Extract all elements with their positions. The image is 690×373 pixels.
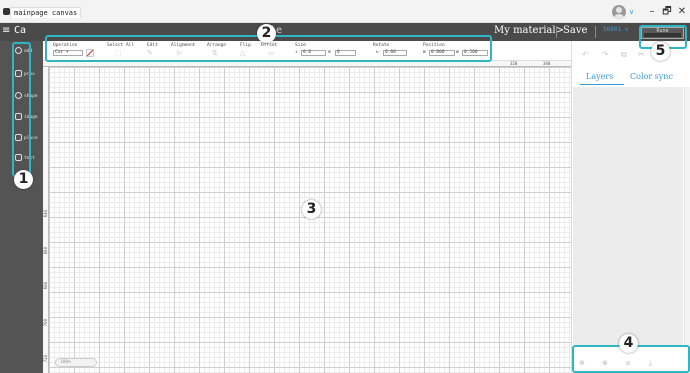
- zoom-label: 100%: [60, 360, 71, 365]
- copy-icon[interactable]: ⧉: [621, 50, 627, 60]
- header-divider: [595, 26, 596, 38]
- user-avatar-icon[interactable]: [612, 5, 626, 19]
- layers-scrollbar[interactable]: [684, 87, 690, 345]
- app-window: mainpage canvas ∨ – 🗗 ✕ ≡ Ca le My mater…: [0, 0, 690, 373]
- my-material-link[interactable]: My material>: [494, 25, 564, 36]
- layers-list[interactable]: [573, 87, 683, 345]
- right-panel: ↶ ↷ ⧉ ✂ Layers Color sync ⊕ ⊗ ⌀ ⤓: [571, 41, 690, 373]
- maximize-icon[interactable]: 🗗: [660, 5, 674, 19]
- tab-layers[interactable]: Layers: [586, 72, 613, 81]
- device-name: S6801: [603, 26, 622, 33]
- ruler-tick-label: 340: [543, 61, 551, 66]
- annotation-badge: 1: [14, 170, 33, 189]
- zoom-control[interactable]: 100%: [55, 358, 97, 367]
- redo-icon[interactable]: ↷: [602, 50, 609, 59]
- active-tab-indicator: [580, 84, 624, 85]
- minimize-icon[interactable]: –: [645, 5, 659, 19]
- annotation-badge: 4: [619, 334, 638, 353]
- save-button[interactable]: Save: [563, 25, 587, 36]
- title-bar: mainpage canvas ∨ – 🗗 ✕: [0, 0, 690, 23]
- annotation-badge: 5: [651, 42, 670, 61]
- annotation-badge: 3: [302, 200, 321, 219]
- undo-icon[interactable]: ↶: [582, 50, 589, 59]
- design-canvas[interactable]: [49, 67, 571, 373]
- tab-color-sync[interactable]: Color sync: [630, 72, 673, 81]
- account-chevron-down-icon[interactable]: ∨: [629, 8, 634, 16]
- annotation-badge: 2: [257, 24, 276, 43]
- app-logo-icon: [3, 8, 10, 15]
- menu-icon[interactable]: ≡: [2, 25, 10, 36]
- device-selector[interactable]: S6801 ∨: [603, 26, 628, 33]
- highlight-sidebar: [12, 42, 31, 177]
- tab-mainpage-canvas[interactable]: mainpage canvas: [10, 7, 82, 18]
- header-divider: [556, 26, 557, 38]
- scissors-icon[interactable]: ✂: [638, 50, 645, 59]
- ruler-tick-label: 320: [510, 61, 518, 66]
- device-chevron-down-icon: ∨: [624, 26, 629, 33]
- close-icon[interactable]: ✕: [675, 5, 689, 19]
- project-title[interactable]: Ca: [14, 25, 26, 36]
